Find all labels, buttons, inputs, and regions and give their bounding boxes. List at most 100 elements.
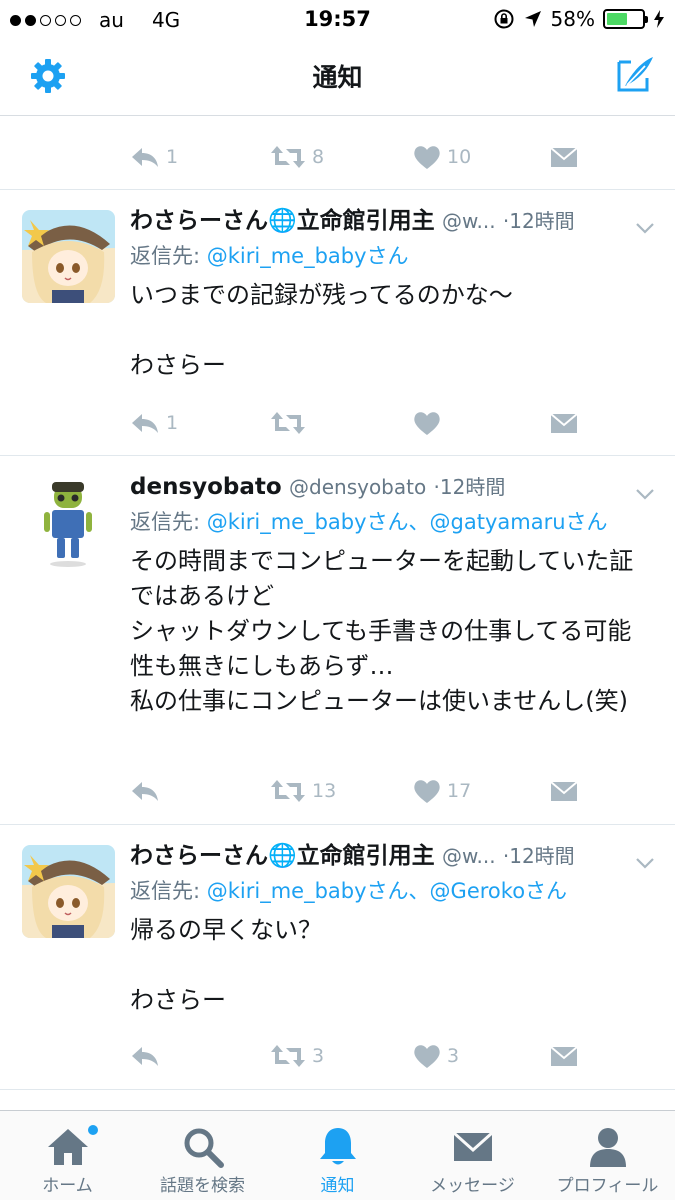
- tab-label: 通知: [320, 1176, 355, 1196]
- reply-icon: [132, 782, 158, 801]
- envelope-icon: [550, 413, 578, 433]
- retweet-icon: [271, 412, 305, 434]
- status-bar: au 4G 19:57 58%: [0, 0, 675, 40]
- anime-girl-avatar-icon: [22, 845, 115, 938]
- tweet-body: わさらーさん🌐立命館引用主 @w... ·12時間 返信先: @kiri_me_…: [130, 204, 655, 383]
- tab-label: ホーム: [42, 1176, 93, 1196]
- tab-profile[interactable]: プロフィール: [540, 1111, 675, 1200]
- direct-message-button[interactable]: [550, 780, 578, 802]
- reply-icon: [132, 414, 158, 433]
- like-count: 3: [447, 1045, 460, 1067]
- tweet-time: 12時間: [509, 209, 575, 233]
- location-arrow-icon: [524, 11, 541, 27]
- reply-mentions[interactable]: @kiri_me_babyさん: [207, 244, 409, 268]
- retweet-button[interactable]: [270, 411, 312, 435]
- envelope-icon: [550, 1046, 578, 1066]
- partial-tweet[interactable]: 1 8 10: [0, 116, 675, 190]
- tweet-header: わさらーさん🌐立命館引用主 @w... ·12時間: [130, 204, 655, 238]
- user-avatar[interactable]: [22, 210, 115, 303]
- tweet-body: わさらーさん🌐立命館引用主 @w... ·12時間 返信先: @kiri_me_…: [130, 839, 655, 1018]
- tweet-item[interactable]: わさらーさん🌐立命館引用主 @w... ·12時間 返信先: @kiri_me_…: [0, 825, 675, 1090]
- tweet-item[interactable]: わさらーさん🌐立命館引用主 @w... ·12時間 返信先: @kiri_me_…: [0, 190, 675, 456]
- reply-mentions[interactable]: @kiri_me_babyさん、@gatyamaruさん: [207, 510, 608, 534]
- retweet-count: 8: [312, 146, 325, 168]
- envelope-icon: [550, 781, 578, 801]
- search-icon: [184, 1128, 224, 1168]
- display-name[interactable]: わさらーさん🌐立命館引用主: [130, 208, 435, 234]
- direct-message-button[interactable]: [550, 1045, 578, 1067]
- direct-message-button[interactable]: [550, 146, 578, 168]
- tab-messages[interactable]: メッセージ: [405, 1111, 540, 1200]
- reply-mentions[interactable]: @kiri_me_babyさん、@Gerokoさん: [207, 879, 567, 903]
- retweet-button[interactable]: 3: [270, 1044, 324, 1068]
- chevron-down-icon[interactable]: [635, 488, 655, 500]
- retweet-icon: [271, 1045, 305, 1067]
- tweet-text: いつまでの記録が残ってるのかな～ わさらー: [130, 281, 513, 379]
- reply-button[interactable]: 1: [130, 411, 178, 435]
- compose-tweet-icon[interactable]: [615, 54, 655, 94]
- tab-label: 話題を検索: [160, 1176, 245, 1196]
- like-count: 17: [447, 780, 472, 802]
- battery-fill: [607, 13, 627, 25]
- unread-dot: [88, 1125, 98, 1135]
- bell-icon: [319, 1128, 356, 1165]
- user-avatar[interactable]: [22, 476, 115, 569]
- notifications-timeline[interactable]: 1 8 10 わさらーさん🌐立命館引用主 @w... ·12時間 返信先: @k…: [0, 116, 675, 1090]
- tab-label: メッセージ: [430, 1176, 515, 1196]
- tweet-header: わさらーさん🌐立命館引用主 @w... ·12時間: [130, 839, 655, 873]
- anime-girl-avatar-icon: [22, 210, 115, 303]
- retweet-button[interactable]: 13: [270, 779, 336, 803]
- tweet-time: 12時間: [439, 475, 506, 499]
- display-name[interactable]: わさらーさん🌐立命館引用主: [130, 843, 435, 869]
- tweet-header: densyobato @densyobato ·12時間: [130, 470, 655, 504]
- tweet-text: その時間までコンピューターを起動していた証ではあるけど シャットダウンしても手書…: [130, 547, 634, 715]
- reply-prefix: 返信先:: [130, 510, 201, 534]
- rotation-lock-icon: [494, 9, 514, 29]
- reply-prefix: 返信先:: [130, 879, 201, 903]
- like-button[interactable]: [413, 411, 447, 436]
- reply-to-line: 返信先: @kiri_me_babyさん、@gatyamaruさん: [130, 506, 655, 538]
- tweet-actions: 3 3: [130, 1039, 580, 1073]
- home-icon: [47, 1129, 88, 1165]
- retweet-count: 13: [312, 780, 337, 802]
- like-count: 10: [447, 146, 472, 168]
- heart-icon: [414, 411, 440, 435]
- reply-to-line: 返信先: @kiri_me_babyさん、@Gerokoさん: [130, 875, 655, 907]
- heart-icon: [414, 779, 440, 803]
- tweet-actions: 13 17: [130, 774, 580, 808]
- retweet-button[interactable]: 8: [270, 145, 324, 169]
- battery-percent: 58%: [550, 7, 595, 31]
- tweet-time: 12時間: [509, 844, 575, 868]
- retweet-icon: [271, 780, 305, 802]
- tab-home[interactable]: ホーム: [0, 1111, 135, 1200]
- envelope-icon: [550, 147, 578, 167]
- reply-button[interactable]: [130, 1044, 166, 1068]
- tab-notifications[interactable]: 通知: [270, 1111, 405, 1200]
- app-root: au 4G 19:57 58% 通知 1 8 10 わさらーさん🌐立命館引用主 …: [0, 0, 675, 1200]
- tweet-item[interactable]: densyobato @densyobato ·12時間 返信先: @kiri_…: [0, 456, 675, 825]
- tweet-actions: 1: [130, 406, 580, 440]
- heart-icon: [414, 1044, 440, 1068]
- like-button[interactable]: 10: [413, 145, 471, 170]
- user-avatar[interactable]: [22, 845, 115, 938]
- retweet-icon: [271, 146, 305, 168]
- person-icon: [589, 1128, 626, 1167]
- reply-prefix: 返信先:: [130, 244, 201, 268]
- battery-icon: [603, 9, 648, 29]
- direct-message-button[interactable]: [550, 412, 578, 434]
- tab-label: プロフィール: [556, 1176, 659, 1196]
- android-robot-avatar-icon: [22, 476, 115, 569]
- tweet-actions: 1 8 10: [130, 140, 580, 174]
- reply-button[interactable]: 1: [130, 145, 178, 169]
- tweet-body: densyobato @densyobato ·12時間 返信先: @kiri_…: [130, 470, 655, 719]
- like-button[interactable]: 17: [413, 779, 471, 804]
- chevron-down-icon[interactable]: [635, 857, 655, 869]
- tweet-text: 帰るの早くない？ わさらー: [130, 916, 322, 1014]
- chevron-down-icon[interactable]: [635, 222, 655, 234]
- reply-button[interactable]: [130, 779, 166, 803]
- tab-search[interactable]: 話題を検索: [135, 1111, 270, 1200]
- display-name[interactable]: densyobato: [130, 474, 282, 500]
- envelope-icon: [452, 1131, 493, 1161]
- like-button[interactable]: 3: [413, 1044, 459, 1069]
- reply-count: 1: [166, 412, 179, 434]
